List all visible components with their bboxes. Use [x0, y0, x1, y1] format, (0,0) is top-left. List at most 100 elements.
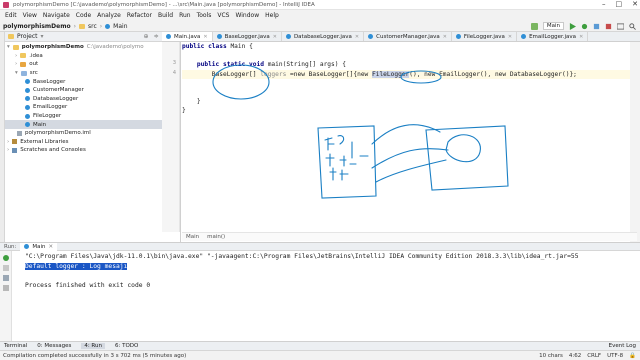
tree-item-customermanager[interactable]: CustomerManager: [5, 86, 180, 95]
menu-build[interactable]: Build: [155, 12, 176, 19]
chevron-right-icon: ›: [7, 147, 10, 154]
tree-item-out[interactable]: › out: [5, 60, 180, 69]
tab-run[interactable]: 4: Run: [81, 343, 105, 349]
line-number: [162, 42, 179, 51]
tree-item-baselogger[interactable]: BaseLogger: [5, 77, 180, 86]
close-tab-icon[interactable]: ✕: [203, 34, 207, 40]
code-token: public class: [182, 43, 231, 50]
tab-emaillogger-java[interactable]: EmailLogger.java ✕: [517, 32, 589, 41]
tree-item-src[interactable]: ▾ src: [5, 69, 180, 78]
tree-item-label: out: [29, 61, 39, 68]
run-icon[interactable]: [569, 22, 576, 30]
nav-crumb-src[interactable]: src: [88, 23, 97, 30]
tab-filelogger-java[interactable]: FileLogger.java ✕: [452, 32, 518, 41]
tree-item-databaselogger[interactable]: DatabaseLogger: [5, 95, 180, 104]
stop-icon[interactable]: [605, 23, 612, 30]
nav-crumb-main[interactable]: Main: [113, 23, 127, 30]
tree-item-label: .idea: [29, 52, 43, 59]
code-line-current: BaseLogger[] loggers =new BaseLogger[]{n…: [182, 69, 637, 79]
status-caret-position[interactable]: 4:62: [569, 353, 581, 359]
tab-main-java[interactable]: Main.java ✕: [162, 32, 213, 41]
tree-item-iml[interactable]: polymorphismDemo.iml: [5, 129, 180, 138]
collapse-icon[interactable]: ≑: [154, 33, 159, 40]
coverage-icon[interactable]: [593, 23, 600, 30]
tree-item-idea[interactable]: › .idea: [5, 52, 180, 61]
menu-analyze[interactable]: Analyze: [94, 12, 124, 19]
tab-databaselogger-java[interactable]: DatabaseLogger.java ✕: [282, 32, 365, 41]
tab-customermanager-java[interactable]: CustomerManager.java ✕: [364, 32, 452, 41]
breadcrumb-item[interactable]: Main: [186, 234, 199, 240]
tree-item-scratches[interactable]: › Scratches and Consoles: [5, 146, 180, 155]
menu-run[interactable]: Run: [176, 12, 194, 19]
menu-help[interactable]: Help: [262, 12, 282, 19]
chevron-down-icon[interactable]: ▾: [41, 33, 44, 40]
project-icon: [8, 34, 14, 39]
menu-view[interactable]: View: [20, 12, 40, 19]
lock-icon[interactable]: 🔒: [629, 353, 636, 359]
stop-icon[interactable]: [3, 265, 9, 271]
code-editor[interactable]: public class Main { public static void m…: [182, 42, 637, 232]
code-token: }: [182, 98, 201, 106]
menu-code[interactable]: Code: [73, 12, 94, 19]
minimize-icon[interactable]: –: [602, 0, 606, 8]
settings-icon[interactable]: [3, 285, 9, 291]
close-tab-icon[interactable]: ✕: [579, 34, 583, 40]
build-hammer-icon[interactable]: [530, 22, 538, 30]
console-line: Default logger : Log mesajı: [25, 262, 640, 272]
run-panel-header: Run: Main ✕: [0, 242, 640, 251]
debug-icon[interactable]: [581, 23, 588, 30]
search-icon[interactable]: [629, 22, 636, 30]
line-number: [162, 51, 179, 60]
status-line-separator[interactable]: CRLF: [587, 353, 601, 359]
menu-window[interactable]: Window: [232, 12, 262, 19]
code-line: }: [182, 97, 637, 106]
tab-terminal[interactable]: Terminal: [4, 343, 27, 349]
folder-icon: [20, 53, 27, 59]
close-tab-icon[interactable]: ✕: [443, 34, 447, 40]
class-icon: [216, 34, 222, 39]
run-tab-main[interactable]: Main ✕: [20, 242, 58, 251]
locate-icon[interactable]: ⊕: [144, 33, 149, 40]
close-tab-icon[interactable]: ✕: [355, 34, 359, 40]
maximize-icon[interactable]: □: [616, 0, 623, 8]
code-token: BaseLogger[]: [182, 70, 261, 78]
tree-item-main[interactable]: Main: [5, 120, 180, 129]
tree-item-external-libraries[interactable]: › External Libraries: [5, 138, 180, 147]
pin-icon[interactable]: [3, 275, 9, 281]
status-encoding[interactable]: UTF-8: [607, 353, 623, 359]
status-bar: Compilation completed successfully in 3 …: [0, 350, 640, 360]
editor-scrollbar[interactable]: [630, 42, 640, 242]
run-label: Run:: [4, 243, 17, 250]
run-tab-label: Main: [32, 243, 46, 250]
close-tab-icon[interactable]: ✕: [49, 244, 54, 250]
tab-baselogger-java[interactable]: BaseLogger.java ✕: [213, 32, 282, 41]
class-icon: [25, 122, 30, 128]
tree-item-filelogger[interactable]: FileLogger: [5, 112, 180, 121]
event-log-button[interactable]: Event Log: [609, 343, 640, 349]
class-icon: [25, 96, 30, 102]
nav-crumb-project[interactable]: polymorphismDemo: [3, 23, 71, 30]
editor-tabs: Main.java ✕ BaseLogger.java ✕ DatabaseLogg…: [162, 32, 640, 42]
close-icon[interactable]: ✕: [632, 0, 638, 8]
menu-refactor[interactable]: Refactor: [124, 12, 155, 19]
close-tab-icon[interactable]: ✕: [273, 34, 277, 40]
run-console[interactable]: "C:\Program Files\Java\jdk-11.0.1\bin\ja…: [13, 251, 640, 341]
tree-item-emaillogger[interactable]: EmailLogger: [5, 103, 180, 112]
rerun-icon[interactable]: [3, 255, 9, 261]
menu-tools[interactable]: Tools: [194, 12, 215, 19]
status-message[interactable]: Compilation completed successfully in 3 …: [3, 353, 186, 359]
run-configuration-select[interactable]: Main: [542, 22, 564, 30]
menu-navigate[interactable]: Navigate: [40, 12, 73, 19]
tree-item-root[interactable]: ▾ polymorphismDemo C:\javademo\polymo: [5, 43, 180, 52]
breadcrumb-item[interactable]: main(): [207, 234, 225, 240]
project-panel-title[interactable]: Project: [17, 33, 38, 40]
tab-messages[interactable]: 0: Messages: [37, 343, 71, 349]
close-tab-icon[interactable]: ✕: [508, 34, 512, 40]
class-icon: [25, 104, 30, 110]
project-structure-icon[interactable]: [617, 22, 624, 30]
menu-edit[interactable]: Edit: [2, 12, 20, 19]
tab-label: DatabaseLogger.java: [293, 33, 352, 40]
menu-vcs[interactable]: VCS: [214, 12, 232, 19]
code-token: loggers: [260, 70, 287, 78]
tab-todo[interactable]: 6: TODO: [115, 343, 138, 349]
